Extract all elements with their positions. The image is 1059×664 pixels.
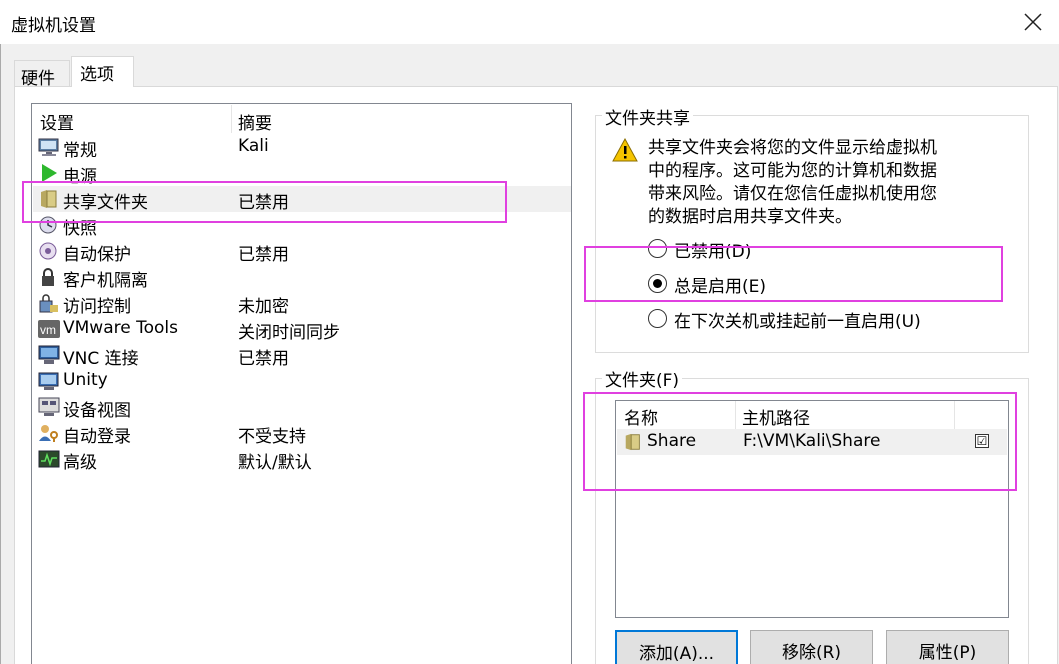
title-bar: 虚拟机设置 [0,0,1059,44]
tab-hardware[interactable]: 硬件 [14,60,70,89]
warning-line-4: 的数据时启用共享文件夹。 [648,207,852,227]
list-item-label: 设备视图 [63,401,131,421]
radio-disabled-label: 已禁用(D) [674,242,752,262]
list-item-summary: 未加密 [238,297,289,317]
list-item-label: 客户机隔离 [63,271,148,291]
folders-title: 文件夹(F) [602,366,683,391]
list-item-autoprotect[interactable]: 自动保护 已禁用 [33,238,571,265]
folders-list-header: 名称 主机路径 [616,401,1008,429]
header-name: 名称 [624,409,658,429]
column-separator[interactable] [954,401,955,429]
list-item-label: VNC 连接 [63,349,139,369]
folder-sharing-title: 文件夹共享 [602,104,693,129]
list-item-summary: 不受支持 [238,427,306,447]
list-item-unity[interactable]: Unity [33,368,571,394]
list-item-label: 电源 [63,167,97,187]
folder-icon [41,190,57,208]
radio-circle[interactable] [648,274,667,293]
list-item-label: VMware Tools [63,318,178,338]
list-item-power[interactable]: 电源 [33,160,571,187]
add-button[interactable]: 添加(A)... [615,630,738,664]
vm-icon: vm [38,320,60,338]
close-button[interactable] [1014,6,1052,38]
list-item-vnc[interactable]: VNC 连接 已禁用 [33,342,571,369]
list-item-autologin[interactable]: 自动登录 不受支持 [33,420,571,447]
warning-icon [612,138,638,162]
snapshot-icon [39,216,57,234]
warning-line-1: 共享文件夹会将您的文件显示给虚拟机 [648,138,937,158]
list-item-summary: 已禁用 [238,349,289,369]
list-item-guest-isolation[interactable]: 客户机隔离 [33,264,571,291]
remove-button[interactable]: 移除(R) [750,630,873,664]
list-item-shared-folders[interactable]: 共享文件夹 已禁用 [33,186,571,213]
svg-text:vm: vm [40,323,56,337]
vnc-icon [38,345,60,364]
folder-host-path: F:\VM\Kali\Share [743,431,881,451]
list-item-label: 自动登录 [63,427,131,447]
radio-circle[interactable] [648,309,667,328]
list-item-label: 常规 [63,141,97,161]
radio-always-enabled-label: 总是启用(E) [674,277,767,297]
folder-enabled-checkbox[interactable]: ☑ [975,434,989,448]
properties-button[interactable]: 属性(P) [886,630,1009,664]
device-view-icon [38,397,60,416]
list-item-snapshots[interactable]: 快照 [33,212,571,239]
column-separator[interactable] [231,105,232,133]
radio-circle[interactable] [648,239,667,258]
list-item-vmware-tools[interactable]: vm VMware Tools 关闭时间同步 [33,316,571,343]
advanced-icon [38,450,60,468]
warning-line-2: 中的程序。这可能为您的计算机和数据 [648,161,937,181]
warning-text: 共享文件夹会将您的文件显示给虚拟机 中的程序。这可能为您的计算机和数据 带来风险… [648,137,968,229]
header-host-path: 主机路径 [742,409,810,429]
folder-name: Share [647,431,697,451]
lock-icon [42,268,54,286]
list-item-summary: Kali [238,136,269,156]
list-item-summary: 已禁用 [238,245,289,265]
list-item-label: 快照 [63,219,97,239]
radio-selected-dot [653,279,662,288]
list-item-access-control[interactable]: 访问控制 未加密 [33,290,571,317]
list-item-summary: 关闭时间同步 [238,323,340,343]
tab-options[interactable]: 选项 [71,56,134,87]
column-separator[interactable] [735,401,736,429]
autologin-icon [39,425,58,442]
list-header: 设置 摘要 [33,105,571,134]
list-item-label: 共享文件夹 [63,193,148,213]
radio-until-poweroff-label: 在下次关机或挂起前一直启用(U) [674,312,921,332]
window-title: 虚拟机设置 [11,16,96,36]
list-item-device-view[interactable]: 设备视图 [33,394,571,421]
list-item-label: 自动保护 [63,245,131,265]
list-item-summary: 默认/默认 [238,453,312,473]
tab-options-label: 选项 [80,65,114,85]
close-icon [1024,13,1042,31]
header-summary: 摘要 [238,114,272,134]
list-item-advanced[interactable]: 高级 默认/默认 [33,446,571,473]
play-icon [42,164,57,182]
list-item-label: 访问控制 [63,297,131,317]
unity-icon [38,372,59,390]
list-item-general[interactable]: 常规 Kali [33,134,571,161]
list-item-summary: 已禁用 [238,193,289,213]
monitor-icon [38,138,59,156]
autoprotect-icon [39,242,57,260]
access-control-icon [39,294,58,313]
list-item-label: Unity [63,370,108,390]
folders-list[interactable]: 名称 主机路径 Share F:\VM\Kali\Share ☑ [615,400,1009,618]
folder-row[interactable]: Share F:\VM\Kali\Share ☑ [617,429,1007,455]
header-setting: 设置 [40,114,74,134]
settings-list[interactable]: 设置 摘要 常规 Kali 电源 共享文件夹 已禁用 快照 自动保护 已禁用 客… [31,103,572,664]
list-item-label: 高级 [63,453,97,473]
folder-icon [625,433,640,451]
warning-line-3: 带来风险。请仅在您信任虚拟机使用您 [648,184,937,204]
